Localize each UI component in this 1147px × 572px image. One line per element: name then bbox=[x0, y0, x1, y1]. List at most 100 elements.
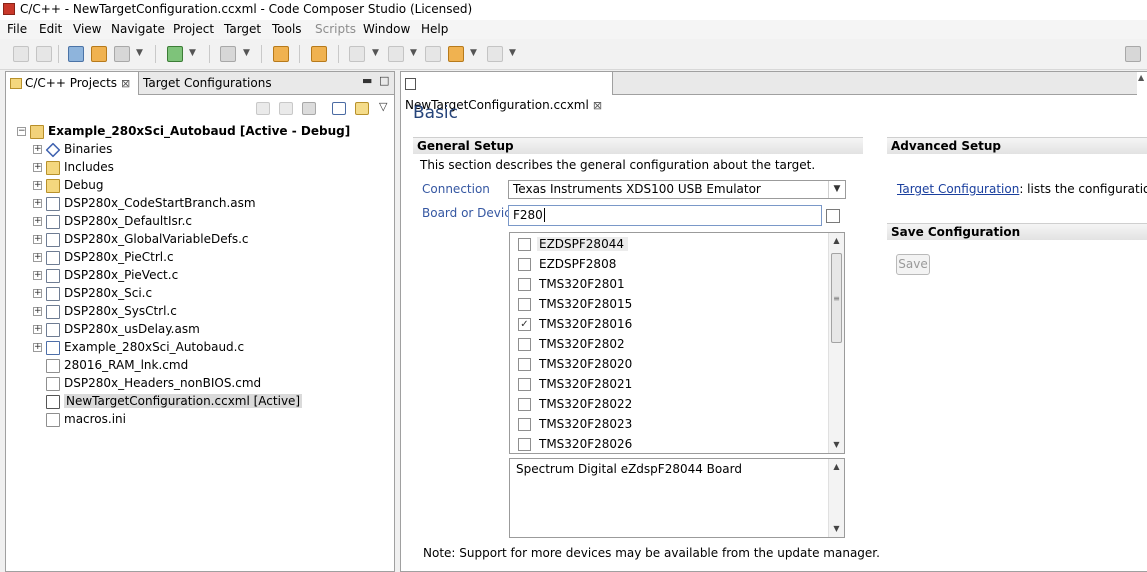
device-item[interactable]: EZDSPF2808 bbox=[518, 254, 616, 274]
target-configuration-link[interactable]: Target Configuration bbox=[897, 182, 1019, 196]
forward-icon[interactable] bbox=[279, 102, 293, 115]
chevron-down-icon[interactable]: ▼ bbox=[828, 181, 845, 198]
device-checkbox[interactable] bbox=[518, 418, 531, 431]
collapse-toggle-icon[interactable]: − bbox=[17, 127, 26, 136]
chevron-down-icon[interactable]: ▼ bbox=[829, 437, 844, 453]
tree-item[interactable]: + DSP280x_PieVect.c bbox=[33, 266, 178, 284]
tree-item[interactable]: DSP280x_Headers_nonBIOS.cmd bbox=[33, 374, 261, 392]
device-checkbox[interactable] bbox=[518, 298, 531, 311]
up-icon[interactable] bbox=[302, 102, 316, 115]
description-scrollbar[interactable]: ▲ ▼ bbox=[828, 459, 844, 537]
menu-project[interactable]: Project bbox=[173, 22, 214, 36]
expand-toggle-icon[interactable]: + bbox=[33, 145, 42, 154]
tab-new-target-configuration[interactable]: NewTargetConfiguration.ccxml ⊠ bbox=[401, 72, 613, 112]
tree-item[interactable]: + Binaries bbox=[33, 140, 112, 158]
expand-toggle-icon[interactable]: + bbox=[33, 271, 42, 280]
menu-window[interactable]: Window bbox=[363, 22, 410, 36]
previous-annotation-icon[interactable] bbox=[388, 46, 404, 62]
device-checkbox[interactable] bbox=[518, 238, 531, 251]
link-with-editor-icon[interactable] bbox=[355, 102, 369, 115]
expand-toggle-icon[interactable]: + bbox=[33, 307, 42, 316]
tree-item[interactable]: + DSP280x_Sci.c bbox=[33, 284, 152, 302]
tree-item[interactable]: + Example_280xSci_Autobaud.c bbox=[33, 338, 244, 356]
tree-item-selected[interactable]: NewTargetConfiguration.ccxml [Active] bbox=[33, 392, 303, 410]
tab-target-configurations[interactable]: Target Configurations bbox=[139, 72, 276, 94]
connection-combo[interactable]: Texas Instruments XDS100 USB Emulator ▼ bbox=[508, 180, 846, 199]
device-checkbox[interactable] bbox=[518, 438, 531, 451]
menu-view[interactable]: View bbox=[73, 22, 101, 36]
chevron-down-icon[interactable]: ▼ bbox=[136, 48, 143, 58]
device-checkbox-checked[interactable]: ✓ bbox=[518, 318, 531, 331]
run-external-icon[interactable] bbox=[220, 46, 236, 62]
last-edit-icon[interactable] bbox=[425, 46, 441, 62]
debug-icon[interactable] bbox=[167, 46, 183, 62]
expand-toggle-icon[interactable]: + bbox=[33, 343, 42, 352]
tree-item[interactable]: + DSP280x_SysCtrl.c bbox=[33, 302, 177, 320]
expand-toggle-icon[interactable]: + bbox=[33, 253, 42, 262]
tree-item[interactable]: 28016_RAM_lnk.cmd bbox=[33, 356, 188, 374]
chevron-down-icon[interactable]: ▼ bbox=[372, 48, 379, 58]
tree-item[interactable]: + DSP280x_DefaultIsr.c bbox=[33, 212, 192, 230]
menu-file[interactable]: File bbox=[7, 22, 27, 36]
next-annotation-icon[interactable] bbox=[349, 46, 365, 62]
back-arrow-icon[interactable] bbox=[448, 46, 464, 62]
menu-target[interactable]: Target bbox=[224, 22, 261, 36]
maximize-icon[interactable]: □ bbox=[379, 74, 389, 87]
device-item[interactable]: TMS320F28023 bbox=[518, 414, 632, 434]
scrollbar-thumb[interactable]: ≡ bbox=[831, 253, 842, 343]
close-icon[interactable]: ⊠ bbox=[593, 99, 602, 112]
device-item[interactable]: TMS320F2802 bbox=[518, 334, 625, 354]
chevron-down-icon[interactable]: ▼ bbox=[189, 48, 196, 58]
menu-help[interactable]: Help bbox=[421, 22, 448, 36]
tree-item[interactable]: + Includes bbox=[33, 158, 114, 176]
tree-item[interactable]: macros.ini bbox=[33, 410, 126, 428]
tree-item[interactable]: + Debug bbox=[33, 176, 103, 194]
menu-navigate[interactable]: Navigate bbox=[111, 22, 165, 36]
build-icon[interactable] bbox=[91, 46, 107, 62]
expand-toggle-icon[interactable]: + bbox=[33, 217, 42, 226]
menu-tools[interactable]: Tools bbox=[272, 22, 302, 36]
device-item[interactable]: TMS320F28026 bbox=[518, 434, 632, 453]
device-checkbox[interactable] bbox=[518, 378, 531, 391]
device-item[interactable]: EZDSPF28044 bbox=[518, 234, 628, 254]
new-project-icon[interactable] bbox=[68, 46, 84, 62]
open-perspective-icon[interactable] bbox=[1125, 46, 1141, 62]
board-filter-input[interactable]: F280 bbox=[508, 205, 822, 226]
collapse-all-icon[interactable] bbox=[332, 102, 346, 115]
device-item[interactable]: TMS320F2801 bbox=[518, 274, 625, 294]
chevron-down-icon[interactable]: ▼ bbox=[410, 48, 417, 58]
chevron-down-icon[interactable]: ▼ bbox=[509, 48, 516, 58]
pin-icon[interactable] bbox=[311, 46, 327, 62]
device-item[interactable]: TMS320F28021 bbox=[518, 374, 632, 394]
expand-toggle-icon[interactable]: + bbox=[33, 289, 42, 298]
forward-arrow-icon[interactable] bbox=[487, 46, 503, 62]
tree-item[interactable]: + DSP280x_GlobalVariableDefs.c bbox=[33, 230, 248, 248]
tree-item[interactable]: + DSP280x_CodeStartBranch.asm bbox=[33, 194, 256, 212]
expand-toggle-icon[interactable]: + bbox=[33, 235, 42, 244]
expand-toggle-icon[interactable]: + bbox=[33, 181, 42, 190]
device-list-scrollbar[interactable]: ▲ ≡ ▼ bbox=[828, 233, 844, 453]
tab-cpp-projects[interactable]: C/C++ Projects ⊠ bbox=[6, 72, 139, 95]
menu-scripts[interactable]: Scripts bbox=[315, 22, 356, 36]
save-button[interactable]: Save bbox=[896, 254, 930, 275]
expand-toggle-icon[interactable]: + bbox=[33, 325, 42, 334]
expand-toggle-icon[interactable]: + bbox=[33, 163, 42, 172]
chevron-up-icon[interactable]: ▲ bbox=[829, 233, 844, 249]
device-checkbox[interactable] bbox=[518, 338, 531, 351]
search-icon[interactable] bbox=[273, 46, 289, 62]
clear-filter-icon[interactable] bbox=[826, 209, 840, 223]
device-checkbox[interactable] bbox=[518, 258, 531, 271]
menu-edit[interactable]: Edit bbox=[39, 22, 62, 36]
print-icon[interactable] bbox=[36, 46, 52, 62]
view-menu-icon[interactable]: ▽ bbox=[379, 100, 387, 113]
device-item[interactable]: TMS320F28015 bbox=[518, 294, 632, 314]
tree-item[interactable]: + DSP280x_PieCtrl.c bbox=[33, 248, 174, 266]
tree-item[interactable]: + DSP280x_usDelay.asm bbox=[33, 320, 200, 338]
expand-toggle-icon[interactable]: + bbox=[33, 199, 42, 208]
device-checkbox[interactable] bbox=[518, 398, 531, 411]
chevron-up-icon[interactable]: ▲ bbox=[1138, 73, 1144, 82]
device-checkbox[interactable] bbox=[518, 278, 531, 291]
chevron-down-icon[interactable]: ▼ bbox=[829, 521, 844, 537]
save-icon[interactable] bbox=[13, 46, 29, 62]
device-item[interactable]: TMS320F28020 bbox=[518, 354, 632, 374]
